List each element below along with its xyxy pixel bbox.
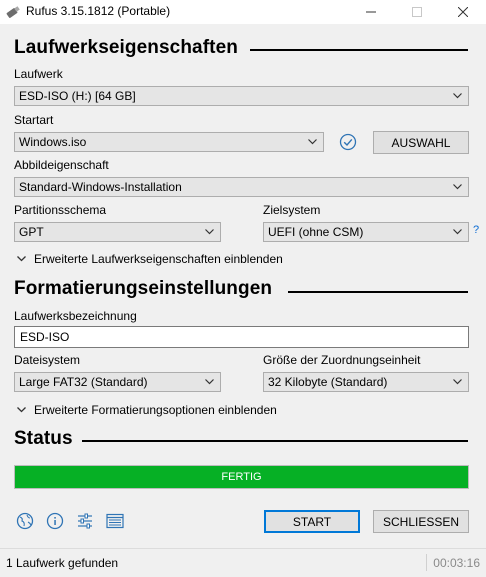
status-bar: 1 Laufwerk gefunden 00:03:16 bbox=[0, 548, 486, 577]
help-icon[interactable]: ? bbox=[473, 224, 479, 236]
boot-selection-label: Startart bbox=[14, 113, 54, 127]
chevron-down-icon bbox=[449, 179, 465, 195]
image-option-label: Abbildeigenschaft bbox=[14, 158, 109, 172]
usb-drive-icon bbox=[6, 5, 21, 22]
minimize-button[interactable] bbox=[348, 0, 394, 24]
status-message: 1 Laufwerk gefunden bbox=[6, 556, 119, 570]
volume-label-label: Laufwerksbezeichnung bbox=[14, 309, 137, 323]
device-label: Laufwerk bbox=[14, 67, 63, 81]
log-icon[interactable] bbox=[104, 510, 126, 532]
globe-icon[interactable] bbox=[14, 510, 36, 532]
boot-selection-dropdown[interactable]: Windows.iso bbox=[14, 132, 324, 152]
cluster-size-dropdown[interactable]: 32 Kilobyte (Standard) bbox=[263, 372, 469, 392]
volume-label-value: ESD-ISO bbox=[20, 330, 70, 344]
progress-text: FERTIG bbox=[221, 471, 262, 483]
verify-checksum-icon[interactable] bbox=[337, 131, 359, 153]
chevron-down-icon bbox=[449, 374, 465, 390]
filesystem-label: Dateisystem bbox=[14, 353, 81, 367]
close-button[interactable]: SCHLIESSEN bbox=[373, 510, 469, 533]
section-divider bbox=[288, 291, 468, 293]
maximize-button[interactable] bbox=[394, 0, 440, 24]
image-option-dropdown[interactable]: Standard-Windows-Installation bbox=[14, 177, 469, 197]
partition-scheme-dropdown[interactable]: GPT bbox=[14, 222, 221, 242]
advanced-format-toggle[interactable]: Erweiterte Formatierungsoptionen einblen… bbox=[15, 403, 277, 417]
close-window-button[interactable] bbox=[440, 0, 486, 24]
target-system-label: Zielsystem bbox=[263, 203, 321, 217]
start-button[interactable]: START bbox=[264, 510, 360, 533]
filesystem-dropdown[interactable]: Large FAT32 (Standard) bbox=[14, 372, 221, 392]
filesystem-value: Large FAT32 (Standard) bbox=[19, 375, 148, 389]
chevron-down-icon bbox=[15, 253, 27, 265]
chevron-down-icon bbox=[304, 134, 320, 150]
section-divider bbox=[250, 49, 468, 51]
format-options-heading: Formatierungseinstellungen bbox=[14, 278, 273, 299]
cluster-size-label: Größe der Zuordnungseinheit bbox=[263, 353, 421, 367]
settings-sliders-icon[interactable] bbox=[74, 510, 96, 532]
chevron-down-icon bbox=[201, 224, 217, 240]
device-value: ESD-ISO (H:) [64 GB] bbox=[19, 89, 136, 103]
chevron-down-icon bbox=[449, 224, 465, 240]
drive-properties-heading: Laufwerkseigenschaften bbox=[14, 37, 238, 58]
target-system-dropdown[interactable]: UEFI (ohne CSM) bbox=[263, 222, 469, 242]
partition-scheme-value: GPT bbox=[19, 225, 44, 239]
target-system-value: UEFI (ohne CSM) bbox=[268, 225, 364, 239]
title-bar[interactable]: Rufus 3.15.1812 (Portable) bbox=[0, 0, 486, 24]
chevron-down-icon bbox=[201, 374, 217, 390]
select-image-button[interactable]: AUSWAHL bbox=[373, 131, 469, 154]
advanced-drive-toggle[interactable]: Erweiterte Laufwerkseigenschaften einble… bbox=[15, 252, 283, 266]
volume-label-input[interactable]: ESD-ISO bbox=[14, 326, 469, 348]
window-title: Rufus 3.15.1812 (Portable) bbox=[26, 4, 171, 18]
status-heading: Status bbox=[14, 428, 73, 449]
section-divider bbox=[82, 440, 468, 442]
advanced-drive-toggle-label: Erweiterte Laufwerkseigenschaften einble… bbox=[34, 252, 283, 266]
info-icon[interactable] bbox=[44, 510, 66, 532]
partition-scheme-label: Partitionsschema bbox=[14, 203, 107, 217]
device-dropdown[interactable]: ESD-ISO (H:) [64 GB] bbox=[14, 86, 469, 106]
chevron-down-icon bbox=[449, 88, 465, 104]
progress-bar: FERTIG bbox=[14, 465, 469, 489]
advanced-format-toggle-label: Erweiterte Formatierungsoptionen einblen… bbox=[34, 403, 277, 417]
cluster-size-value: 32 Kilobyte (Standard) bbox=[268, 375, 388, 389]
elapsed-time: 00:03:16 bbox=[426, 554, 482, 571]
chevron-down-icon bbox=[15, 404, 27, 416]
image-option-value: Standard-Windows-Installation bbox=[19, 180, 182, 194]
boot-selection-value: Windows.iso bbox=[19, 135, 87, 149]
